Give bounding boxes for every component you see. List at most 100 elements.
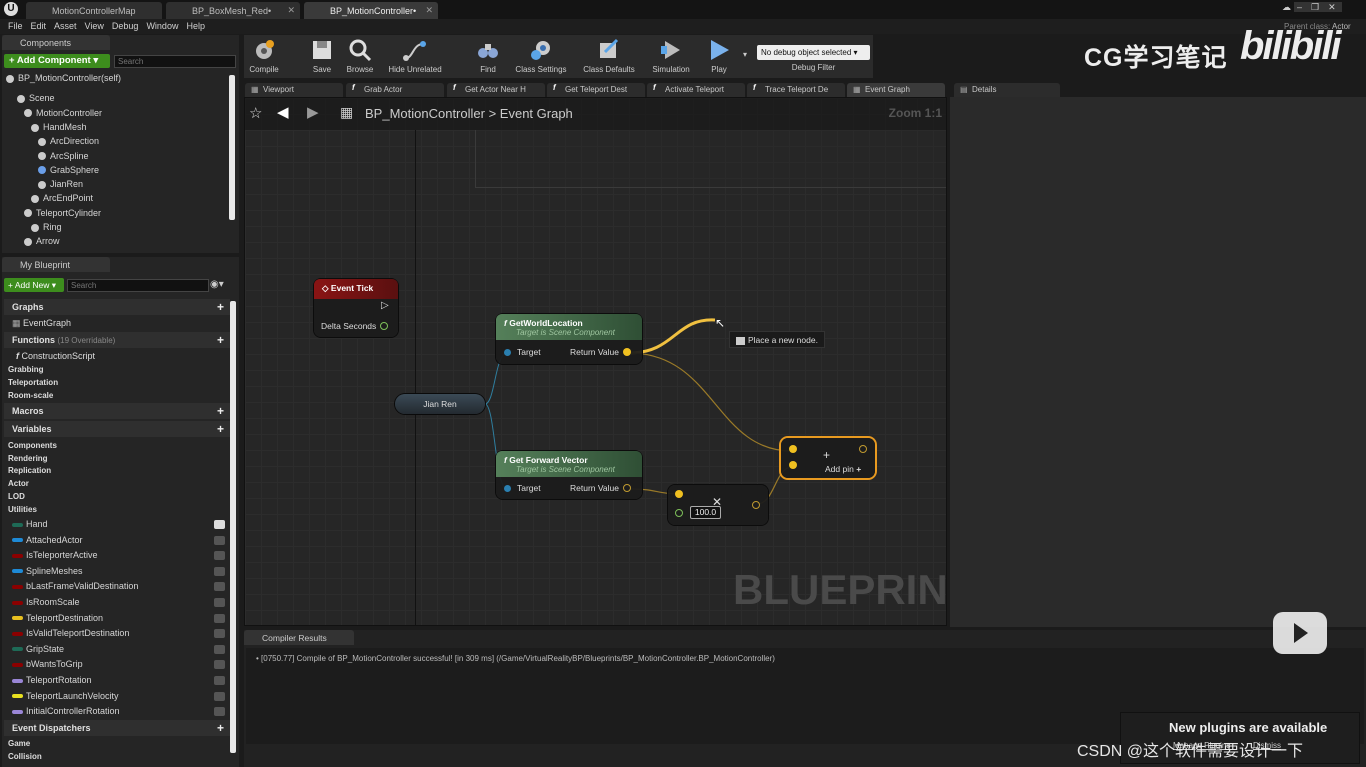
variable-item[interactable]: IsValidTeleportDestination [12,626,129,641]
visibility-eye-icon[interactable] [214,613,225,623]
input-vector-pin[interactable] [675,490,683,498]
variable-item[interactable]: bLastFrameValidDestination [12,579,138,594]
components-scrollbar[interactable] [229,75,235,220]
add-function-icon[interactable]: + [217,332,224,348]
visibility-eye-icon[interactable] [214,551,225,561]
variable-item[interactable]: GripState [12,642,64,657]
function-category[interactable]: Grabbing [8,363,44,376]
component-item[interactable]: TeleportCylinder [24,206,101,220]
variable-item[interactable]: AttachedActor [12,533,83,548]
bilibili-play-icon[interactable] [1273,612,1327,654]
tab-event-graph[interactable]: ▦ Event Graph [847,83,945,97]
close-icon[interactable]: ✕ [287,5,295,16]
event-tick-node[interactable]: ◇ Event Tick ▷ Delta Seconds [314,279,398,337]
doc-tab-map[interactable]: MotionControllerMap [26,2,162,19]
tab-get-teleport-destination[interactable]: f Get Teleport Dest [547,83,645,97]
variable-item[interactable]: TeleportRotation [12,673,92,688]
get-forward-vector-node[interactable]: f Get Forward Vector Target is Scene Com… [496,451,642,499]
component-item[interactable]: JianRen [38,177,83,191]
compiler-results-tab[interactable]: Compiler Results [244,630,354,645]
component-item[interactable]: Ring [31,220,62,234]
maximize-icon[interactable]: ❐ [1308,2,1326,12]
output-pin[interactable] [752,501,760,509]
construction-script-item[interactable]: f ConstructionScript [16,350,95,363]
multiplier-input[interactable]: 100.0 [690,506,721,519]
variable-item[interactable]: IsTeleporterActive [12,548,98,563]
play-options-icon[interactable]: ▾ [743,50,747,59]
add-component-button[interactable]: + Add Component ▾ [4,54,110,68]
tab-activate-teleporter[interactable]: f Activate Teleport [647,83,745,97]
add-dispatcher-icon[interactable]: + [217,720,224,736]
get-world-location-node[interactable]: f GetWorldLocation Target is Scene Compo… [496,314,642,364]
add-input-a-pin[interactable] [789,445,797,453]
tab-grab-actor[interactable]: f Grab Actor [346,83,444,97]
add-node[interactable]: + Add pin + [781,438,875,478]
add-graph-icon[interactable]: + [217,299,224,315]
feedback-icon[interactable]: ☁ [1282,2,1294,12]
visibility-eye-icon[interactable] [214,676,225,685]
find-button[interactable]: Find [474,38,502,74]
variable-item[interactable]: IsRoomScale [12,595,80,610]
visibility-eye-icon[interactable] [214,582,225,592]
target-pin[interactable] [504,485,511,492]
variable-item[interactable]: bWantsToGrip [12,657,83,672]
visibility-eye-icon[interactable] [214,535,225,545]
visibility-eye-icon[interactable] [214,566,225,576]
minimize-icon[interactable]: – [1294,2,1309,12]
functions-section[interactable]: Functions (19 Overridable) + [4,332,230,348]
event-graph-item[interactable]: ▦ EventGraph [12,317,71,330]
doc-tab-boxmesh[interactable]: BP_BoxMesh_Red• ✕ [166,2,300,19]
component-item[interactable]: HandMesh [31,120,87,134]
variables-section[interactable]: Variables + [4,421,230,437]
exec-output-pin[interactable]: ▷ [381,300,389,311]
graphs-section[interactable]: Graphs + [4,299,230,315]
add-input-b-pin[interactable] [789,461,797,469]
simulation-button[interactable]: Simulation [649,38,693,74]
dispatcher-category[interactable]: Collision [8,750,42,763]
graph-canvas[interactable]: ☆ ◀ ▶ ▦ BP_MotionController > Event Grap… [244,97,947,626]
visibility-eye-icon[interactable] [214,707,225,717]
variable-category[interactable]: Actor [8,477,29,490]
menu-debug[interactable]: Debug [112,19,139,34]
visibility-eye-icon[interactable] [214,691,225,701]
variable-category[interactable]: Rendering [8,452,48,465]
function-category[interactable]: Room-scale [8,389,53,402]
variable-item[interactable]: InitialControllerRotation [12,704,120,719]
menu-window[interactable]: Window [146,19,178,34]
hide-unrelated-button[interactable]: Hide Unrelated [384,38,446,74]
class-settings-button[interactable]: Class Settings [512,38,570,74]
return-value-pin[interactable] [623,484,631,492]
dispatcher-category[interactable]: Game [8,737,30,750]
close-window-icon[interactable]: ✕ [1325,2,1342,12]
tab-viewport[interactable]: ▦ Viewport [245,83,343,97]
variable-item[interactable]: TeleportLaunchVelocity [12,689,119,704]
delta-seconds-pin[interactable] [380,322,388,330]
tab-details[interactable]: ▤ Details [954,83,1060,97]
close-icon[interactable]: ✕ [425,5,433,16]
browse-button[interactable]: Browse [341,38,379,74]
add-output-pin[interactable] [859,445,867,453]
visibility-eye-icon[interactable] [214,520,225,529]
debug-object-select[interactable]: No debug object selected ▾ [757,45,870,60]
visibility-eye-icon[interactable] [214,644,225,654]
menu-edit[interactable]: Edit [31,19,47,34]
function-category[interactable]: Teleportation [8,376,58,389]
view-options-icon[interactable]: ◉▾ [210,279,224,290]
variable-item[interactable]: TeleportDestination [12,611,103,626]
components-search-input[interactable] [114,55,236,68]
tab-get-actor-near-hand[interactable]: f Get Actor Near H [447,83,545,97]
add-pin-button[interactable]: Add pin + [825,464,861,474]
component-item[interactable]: BP_MotionController(self) [6,71,121,85]
menu-file[interactable]: File [8,19,23,34]
variable-item[interactable]: SplineMeshes [12,564,83,579]
compile-button[interactable]: Compile [246,38,282,74]
play-button[interactable]: Play [703,38,735,74]
tab-trace-teleport-destination[interactable]: f Trace Teleport De [747,83,845,97]
variable-category[interactable]: Components [8,439,57,452]
component-item[interactable]: Arrow [24,234,60,248]
blueprint-scrollbar[interactable] [230,301,236,753]
add-new-button[interactable]: + Add New ▾ [4,278,64,292]
component-item[interactable]: Scene [17,91,55,105]
menu-asset[interactable]: Asset [54,19,77,34]
variable-item[interactable]: Hand [12,517,48,532]
